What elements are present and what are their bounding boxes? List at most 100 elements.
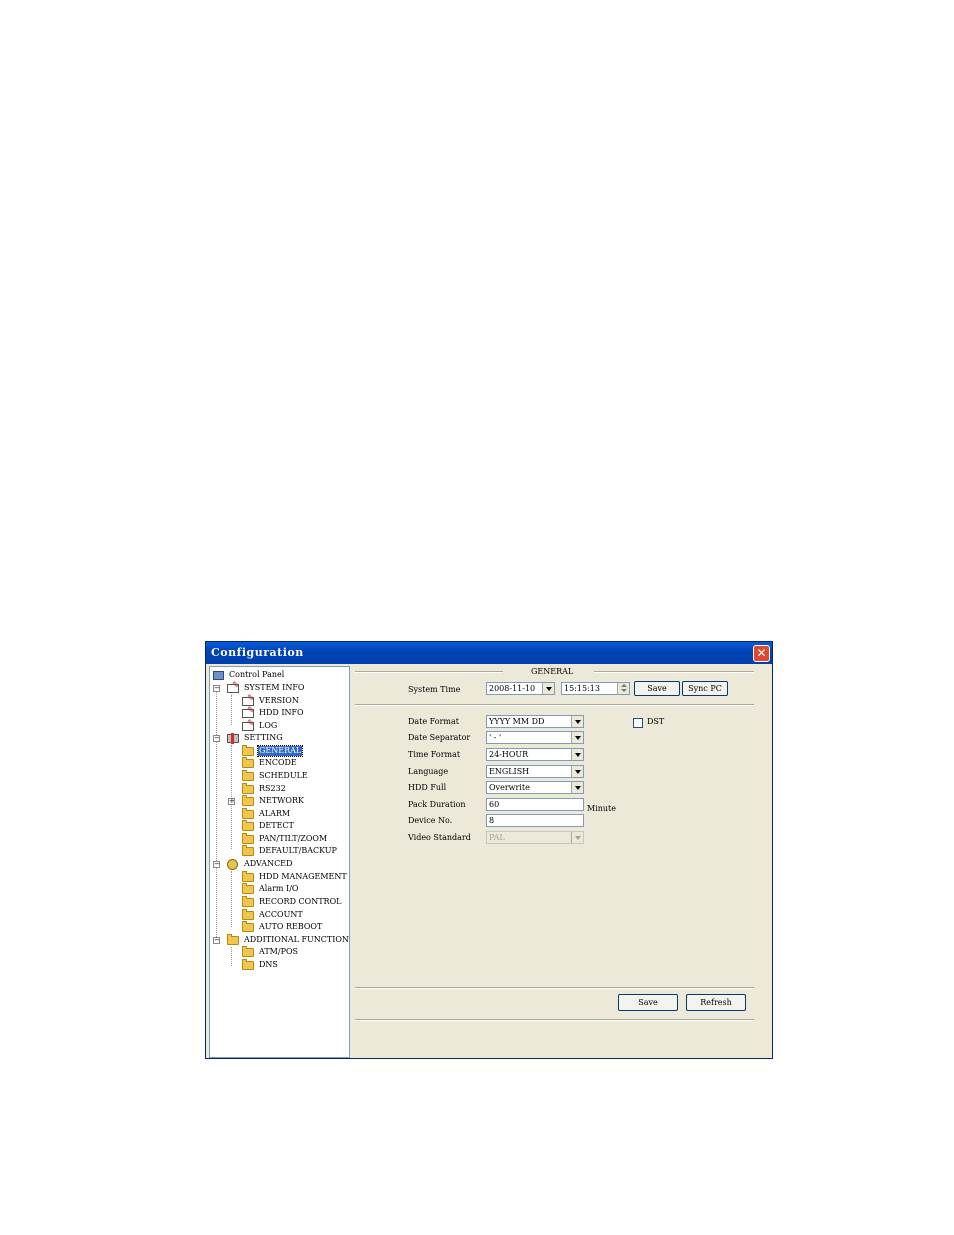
system-time-label: System Time [408, 685, 461, 694]
tree-item-label: HDD MANAGEMENT [259, 872, 347, 881]
memo-icon [242, 719, 255, 731]
tree-item-label: ADDITIONAL FUNCTION [244, 935, 349, 944]
tree-item-label: GENERAL [256, 745, 304, 757]
memo-icon [227, 681, 240, 693]
tree-item-label: VERSION [259, 696, 299, 705]
chevron-down-icon[interactable] [571, 716, 583, 727]
folder-icon [242, 845, 254, 856]
folder-icon [242, 757, 254, 768]
folder-icon [242, 921, 254, 932]
time-spinner[interactable]: 15:15:13 [561, 682, 630, 695]
tree-line [231, 695, 232, 725]
date-format-select[interactable]: YYYY MM DD [486, 715, 584, 728]
folder-icon [242, 820, 254, 831]
divider [355, 1019, 754, 1021]
divider [355, 704, 754, 706]
tree-item-label: SCHEDULE [259, 771, 308, 780]
collapse-icon: − [213, 684, 220, 692]
date-separator-label: Date Separator [408, 733, 471, 742]
chevron-down-icon[interactable] [542, 683, 554, 694]
date-picker[interactable]: 2008-11-10 [486, 682, 555, 695]
configuration-window: Configuration ✕ Control Panel − SYSTEM I… [205, 641, 773, 1059]
date-format-label: Date Format [408, 717, 459, 726]
save-time-button[interactable]: Save [634, 681, 680, 696]
tree-line [231, 947, 232, 966]
date-separator-select[interactable]: ' - ' [486, 731, 584, 744]
pack-duration-label: Pack Duration [408, 800, 466, 809]
sync-pc-button[interactable]: Sync PC [682, 681, 728, 696]
divider [355, 987, 754, 989]
memo-icon [242, 694, 255, 706]
tree-item-label: SYSTEM INFO [244, 683, 305, 692]
section-divider [355, 671, 503, 673]
folder-icon [242, 808, 254, 819]
close-icon: ✕ [756, 646, 767, 660]
time-value: 15:15:13 [564, 684, 600, 693]
refresh-button[interactable]: Refresh [686, 994, 746, 1011]
folder-icon [242, 959, 254, 970]
tree-item-label: AUTO REBOOT [259, 922, 323, 931]
tree-item-label: ATM/POS [259, 947, 298, 956]
device-no-value: 8 [489, 816, 495, 825]
dst-label: DST [647, 717, 665, 726]
folder-icon [242, 946, 254, 957]
save-button[interactable]: Save [618, 994, 678, 1011]
chevron-down-icon[interactable] [571, 782, 583, 793]
computer-icon [213, 671, 224, 680]
gear-icon [227, 859, 238, 870]
hdd-full-select[interactable]: Overwrite [486, 781, 584, 794]
folder-icon [242, 770, 254, 781]
tree-item-label: SETTING [244, 733, 283, 742]
chevron-down-icon[interactable] [571, 766, 583, 777]
device-no-input[interactable]: 8 [486, 814, 584, 827]
tree-item-label: NETWORK [259, 796, 304, 805]
navigation-tree: Control Panel − SYSTEM INFO VERSION HDD … [209, 666, 350, 1058]
chevron-down-icon [571, 832, 583, 843]
title-bar[interactable]: Configuration ✕ [206, 642, 772, 664]
section-title: GENERAL [531, 667, 574, 676]
collapse-icon: − [213, 734, 220, 742]
chevron-down-icon[interactable] [571, 749, 583, 760]
folder-icon [227, 934, 239, 945]
time-format-value: 24-HOUR [489, 750, 529, 759]
folder-icon [242, 833, 254, 844]
date-value: 2008-11-10 [489, 684, 536, 693]
expand-icon: + [228, 797, 235, 805]
video-standard-select: PAL [486, 831, 584, 844]
collapse-icon: − [213, 860, 220, 868]
tree-item-label: Alarm I/O [259, 884, 299, 893]
date-format-value: YYYY MM DD [489, 717, 545, 726]
tree-item-label: ALARM [259, 809, 291, 818]
video-standard-label: Video Standard [408, 833, 471, 842]
language-value: ENGLISH [489, 767, 530, 776]
dst-checkbox[interactable] [633, 718, 643, 728]
language-select[interactable]: ENGLISH [486, 765, 584, 778]
pack-duration-unit: Minute [587, 804, 617, 813]
tree-item-label: RS232 [259, 784, 286, 793]
time-format-select[interactable]: 24-HOUR [486, 748, 584, 761]
device-no-label: Device No. [408, 816, 453, 825]
memo-icon [242, 706, 255, 718]
spinner-arrows-icon[interactable] [617, 683, 629, 694]
folder-icon [242, 745, 254, 756]
folder-icon [242, 795, 254, 806]
hdd-full-value: Overwrite [489, 783, 530, 792]
pack-duration-input[interactable]: 60 [486, 798, 584, 811]
collapse-icon: − [213, 936, 220, 944]
tree-item-label: PAN/TILT/ZOOM [259, 834, 328, 843]
tree-item-label: ACCOUNT [259, 910, 303, 919]
window-title: Configuration [211, 646, 304, 659]
tree-line [231, 871, 232, 927]
tree-item-label: ENCODE [259, 758, 297, 767]
language-label: Language [408, 767, 449, 776]
folder-icon [242, 896, 254, 907]
tree-item-label: DNS [259, 960, 278, 969]
time-format-label: Time Format [408, 750, 461, 759]
tree-item-label: HDD INFO [259, 708, 304, 717]
hdd-full-label: HDD Full [408, 783, 447, 792]
tree-item-label: LOG [259, 721, 278, 730]
tree-item-label: DETECT [259, 821, 294, 830]
close-button[interactable]: ✕ [753, 645, 770, 662]
chevron-down-icon[interactable] [571, 732, 583, 743]
section-divider [594, 671, 754, 673]
